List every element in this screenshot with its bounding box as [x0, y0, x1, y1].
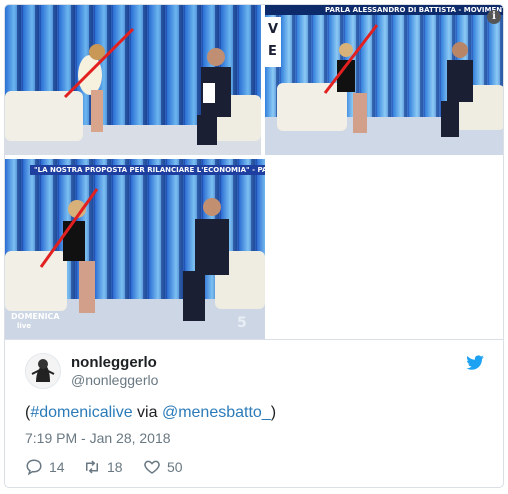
- photo-caption: "LA NOSTRA PROPOSTA PER RILANCIARE L'ECO…: [30, 165, 265, 175]
- display-name[interactable]: nonleggerlo: [71, 354, 157, 371]
- tweet-text: (#domenicalive via @menesbatto_): [25, 404, 276, 422]
- avatar[interactable]: [25, 353, 61, 389]
- tweet-photo-1[interactable]: [5, 5, 261, 155]
- mention-link[interactable]: @menesbatto_: [162, 404, 271, 421]
- hashtag-link[interactable]: #domenicalive: [30, 404, 132, 421]
- tv-studio-photo-1: [5, 5, 261, 155]
- tweet-card: V E PARLA ALESSANDRO DI BATTISTA - MOVIM…: [4, 4, 504, 488]
- reply-icon: [26, 459, 42, 476]
- via-text: via: [132, 404, 162, 421]
- like-button[interactable]: 50: [143, 457, 183, 477]
- retweet-button[interactable]: 18: [83, 457, 123, 477]
- retweet-count: 18: [107, 459, 123, 475]
- svg-text:DOMENICA: DOMENICA: [11, 312, 60, 321]
- svg-text:V: V: [268, 22, 278, 37]
- tweet-photo-2[interactable]: V E PARLA ALESSANDRO DI BATTISTA - MOVIM…: [265, 5, 503, 155]
- retweet-icon: [86, 460, 98, 474]
- heart-icon: [144, 460, 160, 474]
- photo-caption: PARLA ALESSANDRO DI BATTISTA - MOVIMENTO…: [325, 6, 503, 14]
- timestamp[interactable]: 7:19 PM - Jan 28, 2018: [25, 430, 171, 446]
- svg-text:E: E: [268, 44, 277, 59]
- tv-studio-photo-3: DOMENICA live 5: [5, 159, 265, 339]
- like-count: 50: [167, 459, 183, 475]
- tweet-photo-3[interactable]: DOMENICA live 5 "LA NOSTRA PROPOSTA PER …: [5, 159, 265, 339]
- tv-studio-photo-2: V E: [265, 5, 503, 155]
- paren-close: ): [270, 404, 277, 421]
- avatar-image: [26, 354, 60, 388]
- reply-count: 14: [49, 459, 65, 475]
- svg-text:5: 5: [237, 315, 247, 331]
- tweet-media: V E PARLA ALESSANDRO DI BATTISTA - MOVIM…: [5, 5, 503, 339]
- reply-button[interactable]: 14: [25, 457, 65, 477]
- user-handle[interactable]: @nonleggerlo: [71, 372, 158, 388]
- svg-text:live: live: [17, 322, 31, 330]
- info-icon[interactable]: i: [487, 10, 501, 24]
- divider: [5, 339, 503, 340]
- twitter-bird-icon[interactable]: [465, 355, 485, 371]
